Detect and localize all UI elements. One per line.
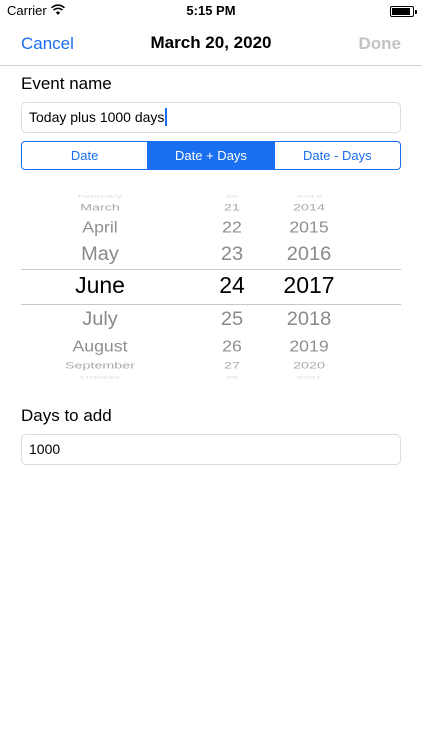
text-caret: [165, 108, 168, 126]
picker-month[interactable]: March: [47, 203, 153, 212]
done-button[interactable]: Done: [359, 34, 402, 54]
event-name-label: Event name: [21, 74, 112, 93]
picker-year-selected[interactable]: 2017: [270, 274, 348, 297]
picker-year[interactable]: 2020: [266, 361, 352, 370]
mode-segmented-control[interactable]: Date Date + Days Date - Days: [21, 141, 401, 170]
battery-level: [392, 8, 410, 15]
picker-day-selected[interactable]: 24: [205, 274, 259, 297]
picker-day[interactable]: 28: [202, 376, 262, 380]
picker-year[interactable]: 2019: [268, 339, 349, 355]
picker-selection-bottom-line: [21, 304, 401, 305]
picker-month-selected[interactable]: June: [52, 274, 148, 297]
picker-day[interactable]: 25: [205, 309, 259, 329]
picker-month[interactable]: April: [50, 220, 150, 236]
picker-day[interactable]: 22: [204, 220, 260, 236]
battery-icon: [390, 6, 417, 17]
picker-year[interactable]: 2021: [265, 376, 352, 380]
picker-month[interactable]: May: [52, 244, 148, 264]
picker-day[interactable]: 23: [205, 244, 259, 264]
picker-day[interactable]: 27: [202, 361, 261, 370]
picker-year[interactable]: 2013: [265, 195, 352, 199]
segment-option[interactable]: Date + Days: [147, 142, 274, 169]
picker-month[interactable]: August: [50, 339, 150, 355]
status-time: 5:15 PM: [186, 3, 236, 18]
segment-option[interactable]: Date - Days: [273, 142, 400, 169]
picker-year[interactable]: 2016: [270, 244, 348, 264]
picker-year[interactable]: 2014: [266, 203, 352, 212]
picker-month[interactable]: July: [52, 309, 148, 329]
nav-bar: Cancel March 20, 2020 Done: [0, 22, 422, 66]
date-picker[interactable]: February March April May June July August Septe…: [0, 192, 422, 380]
picker-day[interactable]: 20: [202, 195, 262, 199]
picker-day[interactable]: 26: [204, 339, 260, 355]
picker-month[interactable]: February: [46, 195, 154, 199]
event-name-field[interactable]: Today plus 1000 days: [21, 102, 401, 133]
status-bar: Carrier 5:15 PM: [0, 0, 422, 22]
picker-year[interactable]: 2015: [268, 220, 349, 236]
event-name-value: Today plus 1000 days: [29, 109, 165, 125]
segment-option[interactable]: Date: [22, 142, 147, 169]
picker-day[interactable]: 21: [202, 203, 261, 212]
days-to-add-field[interactable]: 1000: [21, 434, 401, 465]
picker-selection-top-line: [21, 269, 401, 270]
picker-month[interactable]: September: [47, 361, 153, 370]
picker-year[interactable]: 2018: [270, 309, 348, 329]
picker-month[interactable]: October: [46, 376, 154, 380]
days-to-add-value: 1000: [29, 441, 61, 457]
days-to-add-label: Days to add: [21, 406, 112, 425]
